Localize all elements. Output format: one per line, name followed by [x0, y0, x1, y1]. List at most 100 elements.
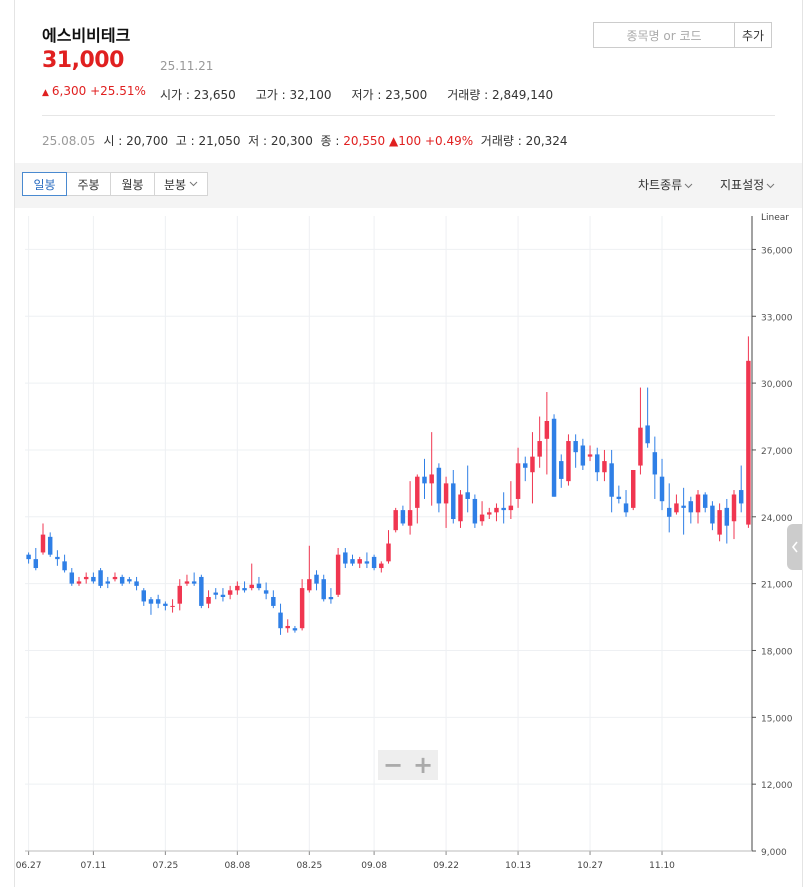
- candle-body: [256, 583, 262, 589]
- ohlc-low: 저 : 20,300: [248, 134, 313, 148]
- candle-body: [501, 507, 506, 511]
- candle-body: [343, 552, 348, 564]
- candle-body: [278, 612, 283, 629]
- side-panel-handle[interactable]: [787, 524, 802, 570]
- candle-body: [83, 576, 89, 580]
- header-divider: [42, 115, 775, 116]
- zoom-in-button[interactable]: +: [413, 751, 433, 779]
- current-price: 31,000: [42, 48, 124, 73]
- tab-daily[interactable]: 일봉: [22, 172, 67, 196]
- candle-body: [199, 576, 204, 606]
- y-tick-label: 24,000: [761, 514, 793, 524]
- candle-body: [371, 556, 377, 569]
- candle-body: [695, 494, 701, 513]
- candle-body: [407, 510, 413, 526]
- candle-body: [595, 454, 600, 473]
- daily-stats: 시가 : 23,650 고가 : 32,100 저가 : 23,500 거래량 : 2…: [160, 86, 573, 103]
- candle-body: [206, 597, 211, 604]
- candle-body: [98, 570, 103, 586]
- ohlc-close-value: 20,550: [343, 134, 386, 148]
- candle-body: [112, 576, 118, 580]
- ohlc-date: 25.08.05: [42, 134, 96, 148]
- x-tick-label: 09.08: [361, 861, 387, 871]
- up-arrow-icon: ▲: [42, 88, 49, 98]
- candle-body: [530, 456, 535, 473]
- x-tick-label: 10.27: [577, 861, 603, 871]
- y-tick-label: 33,000: [761, 313, 793, 323]
- candle-body: [494, 507, 499, 513]
- candle-body: [386, 543, 391, 562]
- candle-body: [451, 483, 456, 520]
- tab-minute-label: 분봉: [163, 177, 187, 192]
- candle-body: [717, 510, 722, 535]
- x-tick-label: 09.22: [433, 861, 459, 871]
- y-tick-label: 21,000: [761, 581, 793, 591]
- candle-body: [559, 461, 564, 479]
- candle-body: [544, 420, 550, 439]
- x-tick-label: 07.25: [152, 861, 178, 871]
- candle-body: [227, 590, 233, 595]
- ohlc-close-label: 종 :: [320, 134, 344, 148]
- chevron-down-icon: [766, 183, 775, 189]
- tab-weekly[interactable]: 주봉: [66, 172, 111, 196]
- indicator-settings-dropdown[interactable]: 지표설정: [720, 176, 775, 193]
- candle-body: [537, 441, 542, 457]
- candlestick-chart[interactable]: 9,000 12,000 15,000 18,000 21,000 24,000 27,00…: [15, 208, 802, 887]
- candle-body: [357, 559, 362, 564]
- x-tick-label: 10.13: [505, 861, 531, 871]
- x-tick-label: 07.11: [80, 861, 106, 871]
- candle-body: [508, 505, 514, 511]
- candle-body: [91, 576, 96, 582]
- zoom-out-button[interactable]: −: [383, 751, 403, 779]
- y-tick-label: 12,000: [761, 781, 793, 791]
- ohlc-high: 고 : 21,050: [175, 134, 241, 148]
- chevron-down-icon: [684, 183, 693, 189]
- stock-name: 에스비비테크: [42, 26, 131, 45]
- candle-body: [364, 561, 370, 564]
- stat-low: 저가 : 23,500: [351, 88, 428, 102]
- candle-body: [134, 581, 139, 586]
- chart-type-dropdown[interactable]: 차트종류: [638, 176, 693, 193]
- scale-label: Linear: [761, 213, 789, 223]
- candle-body: [436, 467, 442, 504]
- candle-body: [235, 585, 240, 591]
- candle-body: [487, 512, 492, 515]
- candle-body: [666, 507, 672, 517]
- candle-body: [76, 581, 82, 584]
- candle-body: [55, 556, 60, 560]
- chart-type-label: 차트종류: [638, 178, 683, 192]
- candle-body: [609, 463, 614, 497]
- candle-body: [328, 597, 334, 600]
- candle-body: [631, 470, 636, 508]
- x-tick-label: 08.25: [296, 861, 322, 871]
- y-tick-label: 15,000: [761, 714, 793, 724]
- candle-body: [141, 590, 146, 602]
- tab-monthly[interactable]: 월봉: [110, 172, 155, 196]
- candle-body: [33, 559, 39, 569]
- chevron-down-icon: [189, 181, 198, 187]
- candle-body: [429, 474, 434, 484]
- ohlc-volume: 거래량 : 20,324: [480, 134, 568, 148]
- candle-body: [645, 425, 650, 444]
- candle-body: [163, 603, 168, 606]
- price-change: ▲ 6,300 +25.51%: [42, 84, 146, 98]
- stat-volume: 거래량 : 2,849,140: [447, 88, 554, 102]
- candle-body: [127, 579, 132, 582]
- candle-body: [350, 559, 355, 564]
- x-tick-label: 11.10: [649, 861, 675, 871]
- candle-body: [515, 463, 521, 499]
- add-button[interactable]: 추가: [734, 22, 772, 48]
- search-input[interactable]: 종목명 or 코드: [593, 22, 735, 48]
- candle-body: [40, 534, 46, 553]
- candle-body: [616, 496, 622, 499]
- ohlc-change: ▲100 +0.49%: [389, 134, 474, 148]
- tab-minute[interactable]: 분봉: [154, 172, 208, 196]
- candle-body: [249, 584, 254, 589]
- candle-body: [702, 494, 708, 508]
- candle-body: [155, 599, 161, 604]
- candle-body: [307, 579, 312, 591]
- candle-body: [674, 503, 679, 513]
- candle-body: [465, 492, 470, 499]
- x-tick-label: 06.27: [16, 861, 42, 871]
- candle-body: [321, 579, 326, 600]
